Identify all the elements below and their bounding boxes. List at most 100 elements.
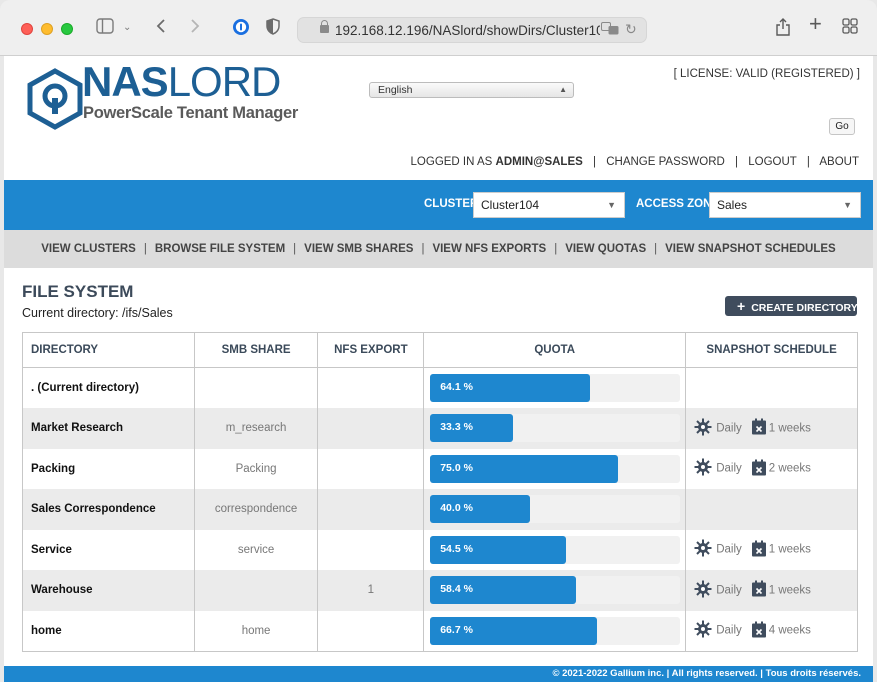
schedule-retention: 4 weeks (768, 624, 811, 637)
menu-view-nfs-exports[interactable]: VIEW NFS EXPORTS (432, 243, 546, 255)
table-row[interactable]: Warehouse 1 58.4 % Daily 1 weeks (22, 570, 858, 611)
header-nfs-export[interactable]: NFS EXPORT (317, 332, 425, 368)
current-directory: Current directory: /ifs/Sales (22, 306, 173, 320)
header-quota[interactable]: QUOTA (423, 332, 687, 368)
table-row[interactable]: . (Current directory) 64.1 % (22, 367, 858, 408)
quota-cell: 33.3 % (423, 408, 687, 449)
quota-cell: 54.5 % (423, 529, 687, 570)
quota-bar-track: 54.5 % (430, 535, 681, 564)
url-text: 192.168.12.196/NASlord/showDirs/Cluster1… (335, 23, 600, 38)
quota-label: 75.0 % (440, 461, 473, 474)
nfs-export-cell (317, 448, 425, 489)
shield-icon[interactable] (266, 18, 280, 40)
quota-label: 66.7 % (440, 623, 473, 636)
menu-browse-file-system[interactable]: BROWSE FILE SYSTEM (155, 243, 285, 255)
new-tab-icon[interactable]: + (809, 13, 822, 35)
create-directory-button[interactable]: + CREATE DIRECTORY (725, 296, 858, 316)
gear-icon (694, 418, 712, 439)
about-link[interactable]: ABOUT (819, 156, 859, 168)
quota-bar-track: 64.1 % (430, 374, 681, 402)
schedule-retention: 1 weeks (768, 584, 811, 597)
gear-icon (694, 539, 712, 560)
schedule-retention: 1 weeks (768, 422, 811, 435)
chevron-down-icon: ▼ (607, 200, 616, 210)
sidebar-icon[interactable] (96, 18, 114, 39)
tab-overview-icon[interactable] (842, 18, 858, 39)
password-manager-icon[interactable] (232, 18, 250, 41)
schedule-retention: 1 weeks (768, 543, 811, 556)
schedule-frequency: Daily (716, 584, 742, 597)
schedule-frequency: Daily (716, 422, 742, 435)
header-directory[interactable]: DIRECTORY (22, 332, 195, 368)
shield-lock-icon (27, 68, 83, 130)
quota-bar-track: 58.4 % (430, 576, 681, 605)
table-row[interactable]: home home 66.7 % Daily 4 weeks (22, 610, 858, 652)
menu-view-clusters[interactable]: VIEW CLUSTERS (41, 243, 136, 255)
gear-icon (694, 620, 712, 641)
minimize-window-button[interactable] (41, 23, 53, 35)
back-icon[interactable] (156, 18, 166, 39)
address-bar[interactable]: 192.168.12.196/NASlord/showDirs/Cluster1… (297, 17, 647, 43)
footer: © 2021-2022 Gallium inc. | All rights re… (4, 666, 873, 682)
snapshot-schedule-cell: Daily 1 weeks (685, 408, 858, 449)
go-button[interactable]: Go (829, 118, 855, 135)
snapshot-schedule-cell (685, 489, 858, 530)
lock-icon (320, 20, 329, 33)
calendar-icon (751, 580, 767, 600)
snapshot-schedule-cell: Daily 4 weeks (685, 610, 858, 652)
close-window-button[interactable] (21, 23, 33, 35)
nfs-export-cell: 1 (317, 570, 425, 611)
smb-share-cell: m_research (193, 408, 319, 449)
language-select[interactable]: English ▲ (369, 82, 574, 98)
menu-view-smb-shares[interactable]: VIEW SMB SHARES (304, 243, 413, 255)
calendar-icon (751, 540, 767, 560)
maximize-window-button[interactable] (61, 23, 73, 35)
quota-bar-track: 33.3 % (430, 414, 681, 443)
reload-icon[interactable]: ↻ (625, 21, 637, 38)
header-smb-share[interactable]: SMB SHARE (193, 332, 319, 368)
change-password-link[interactable]: CHANGE PASSWORD (606, 156, 725, 168)
table-row[interactable]: Service service 54.5 % Daily 1 weeks (22, 529, 858, 570)
nfs-export-cell (317, 367, 425, 408)
license-status: [ LICENSE: VALID (REGISTERED) ] (673, 68, 860, 80)
access-zone-select[interactable]: Sales ▼ (709, 192, 861, 218)
directory-name[interactable]: Sales Correspondence (22, 489, 195, 530)
chevron-down-icon: ▼ (843, 200, 852, 210)
quota-label: 58.4 % (440, 583, 473, 596)
gear-icon (694, 580, 712, 601)
smb-share-cell (193, 367, 319, 408)
quota-cell: 40.0 % (423, 489, 687, 530)
directory-name[interactable]: home (22, 610, 195, 652)
directory-name[interactable]: Warehouse (22, 570, 195, 611)
chevron-down-icon[interactable]: ⌄ (123, 18, 131, 38)
snapshot-schedule-cell: Daily 2 weeks (685, 448, 858, 489)
menu-view-quotas[interactable]: VIEW QUOTAS (565, 243, 646, 255)
snapshot-schedule-cell: Daily 1 weeks (685, 570, 858, 611)
quota-cell: 64.1 % (423, 367, 687, 408)
plus-icon: + (737, 298, 746, 314)
table-row[interactable]: Market Research m_research 33.3 % Daily 1 we… (22, 408, 858, 449)
share-icon[interactable] (776, 18, 790, 41)
naslord-logo[interactable] (24, 68, 86, 135)
quota-bar-track: 66.7 % (430, 616, 681, 645)
select-arrows-icon: ▲ (559, 85, 567, 94)
language-value: English (378, 84, 413, 96)
table-row[interactable]: Packing Packing 75.0 % Daily 2 weeks (22, 448, 858, 489)
calendar-icon (751, 459, 767, 479)
calendar-icon (751, 621, 767, 641)
selector-bar: CLUSTER: Cluster104 ▼ ACCESS ZONE: Sales… (4, 180, 873, 230)
table-row[interactable]: Sales Correspondence correspondence 40.0 % (22, 489, 858, 530)
directory-name[interactable]: Packing (22, 448, 195, 489)
cluster-select[interactable]: Cluster104 ▼ (473, 192, 625, 218)
directory-name[interactable]: Service (22, 529, 195, 570)
directory-name[interactable]: . (Current directory) (22, 367, 195, 408)
quota-label: 33.3 % (440, 421, 473, 434)
logout-link[interactable]: LOGOUT (748, 156, 796, 168)
header-snapshot-schedule[interactable]: SNAPSHOT SCHEDULE (685, 332, 858, 368)
forward-icon[interactable] (190, 18, 200, 39)
menu-view-snapshot-schedules[interactable]: VIEW SNAPSHOT SCHEDULES (665, 243, 836, 255)
translate-icon[interactable] (601, 22, 619, 38)
nfs-export-cell (317, 408, 425, 449)
browser-toolbar: ⌄ 192.168.12.196/NASlord/showDirs/Cluste… (0, 0, 877, 56)
directory-name[interactable]: Market Research (22, 408, 195, 449)
